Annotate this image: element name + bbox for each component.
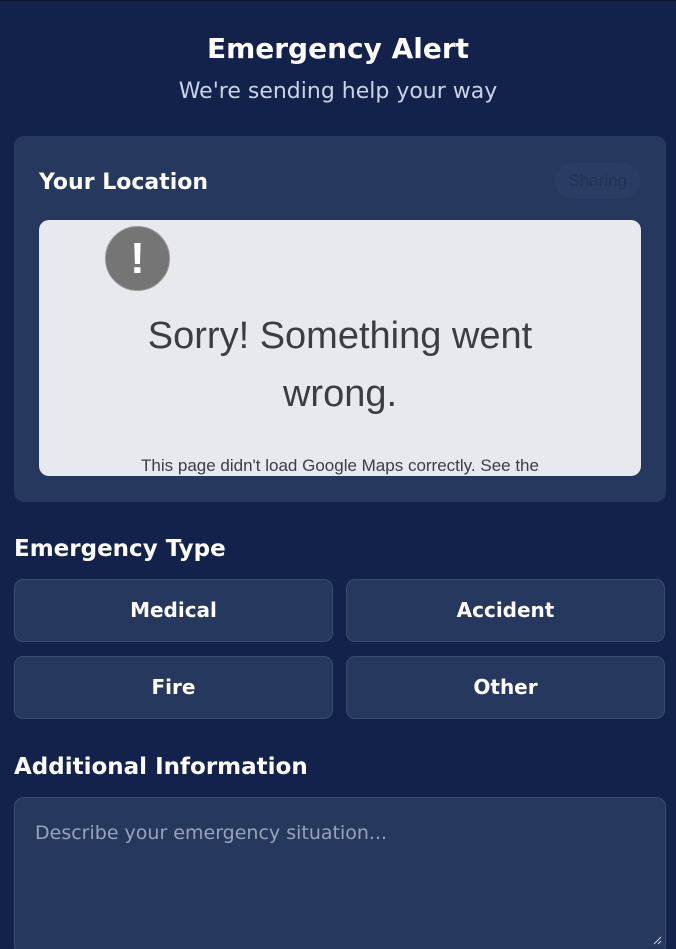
warning-icon: ! <box>105 226 170 291</box>
location-title: Your Location <box>39 170 209 195</box>
page-subtitle: We're sending help your way <box>178 79 498 104</box>
page-title: Emergency Alert <box>206 32 470 65</box>
fire-button[interactable]: Fire <box>14 656 333 719</box>
resize-handle-icon[interactable] <box>652 935 662 945</box>
medical-button[interactable]: Medical <box>14 579 333 642</box>
accident-button[interactable]: Accident <box>346 579 665 642</box>
header: Emergency Alert We're sending help your … <box>0 29 676 107</box>
emergency-alert-page: Emergency Alert We're sending help your … <box>0 0 676 949</box>
emergency-type-title: Emergency Type <box>14 536 226 562</box>
map-container[interactable]: ! Sorry! Something went wrong. This page… <box>39 220 641 476</box>
sharing-status-badge: Sharing <box>555 163 640 199</box>
map-error-title: Sorry! Something went wrong. <box>147 315 533 415</box>
additional-info-wrapper <box>14 797 666 949</box>
additional-info-title: Additional Information <box>14 754 308 780</box>
map-error-detail: This page didn't load Google Maps correc… <box>141 456 539 475</box>
other-button[interactable]: Other <box>346 656 665 719</box>
emergency-description-input[interactable] <box>14 797 666 949</box>
location-card: Your Location Sharing ! Sorry! Something… <box>14 136 666 502</box>
